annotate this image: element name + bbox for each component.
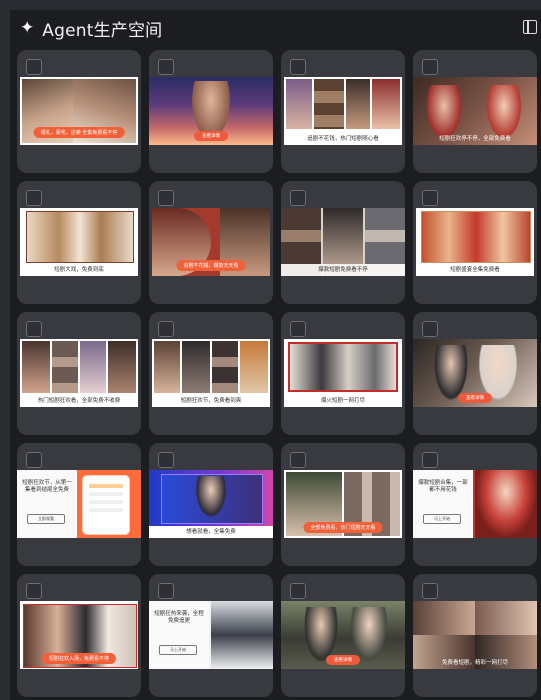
select-checkbox[interactable]: [26, 321, 42, 337]
creative-card[interactable]: 婚礼，豪宅，逆袭 全集免费看不停: [17, 50, 141, 173]
creative-card[interactable]: 免费看短剧，精彩一网打尽: [413, 574, 537, 697]
select-checkbox[interactable]: [26, 59, 42, 75]
creative-caption: 爆火短剧一网打尽: [284, 395, 402, 407]
ad-headline: 短剧狂欢节，从第一集看到结尾全免费: [22, 480, 72, 494]
cta-pill: 查看详情: [326, 655, 360, 665]
creative-card[interactable]: 爆火短剧一网打尽: [281, 312, 405, 435]
creative-caption: 短剧盛宴全集免费看: [416, 264, 534, 276]
select-checkbox[interactable]: [158, 59, 174, 75]
creative-thumbnail: 热门短剧狂欢看，全部免费不收费: [20, 339, 138, 407]
creative-card[interactable]: 查看详情: [413, 312, 537, 435]
creative-card[interactable]: 查看详情: [281, 574, 405, 697]
creative-card[interactable]: 追剧不花钱，热门短剧随心看: [281, 50, 405, 173]
creative-caption: 短剧狂欢节，免费看到爽: [152, 395, 270, 407]
select-checkbox[interactable]: [158, 321, 174, 337]
select-checkbox[interactable]: [26, 583, 42, 599]
select-checkbox[interactable]: [26, 452, 42, 468]
creative-card[interactable]: 爆款短剧免费看不停: [281, 181, 405, 304]
creative-card[interactable]: 短剧狂欢入场，免费看不停: [17, 574, 141, 697]
creative-thumbnail: 短剧盛宴全集免费看: [416, 208, 534, 276]
select-checkbox[interactable]: [422, 583, 438, 599]
sparkle-icon: ✦: [20, 17, 35, 38]
creative-thumbnail: 想看就看，全集免费: [149, 470, 273, 538]
ad-watch-button[interactable]: 立即观看: [27, 514, 65, 524]
panel-toggle-icon[interactable]: [523, 20, 537, 34]
creative-card[interactable]: 短剧大戏，免费到底: [17, 181, 141, 304]
creative-thumbnail: 爆款短剧免费看不停: [281, 208, 405, 276]
select-checkbox[interactable]: [26, 190, 42, 206]
creative-card[interactable]: 短剧狂欢节，从第一集看到结尾全免费 立即观看: [17, 443, 141, 566]
creative-card[interactable]: 查看详情: [149, 50, 273, 173]
select-checkbox[interactable]: [290, 321, 306, 337]
creative-thumbnail: 查看详情: [149, 77, 273, 145]
creative-thumbnail: 婚礼，豪宅，逆袭 全集免费看不停: [20, 77, 138, 145]
select-checkbox[interactable]: [422, 452, 438, 468]
select-checkbox[interactable]: [290, 583, 306, 599]
creative-thumbnail: 爆火短剧一网打尽: [284, 339, 402, 407]
cta-pill: 全部免费看，热门短剧天天看: [303, 522, 383, 533]
cta-pill: 追剧不花钱，爆款天天看: [176, 260, 246, 271]
select-checkbox[interactable]: [290, 452, 306, 468]
creative-card[interactable]: 热门短剧狂欢看，全部免费不收费: [17, 312, 141, 435]
creative-thumbnail: 短剧狂欢停不停，全部免费看: [413, 77, 537, 145]
cta-pill: 查看详情: [194, 131, 228, 141]
creative-card[interactable]: 想看就看，全集免费: [149, 443, 273, 566]
select-checkbox[interactable]: [422, 59, 438, 75]
ad-headline: 爆款短剧合集，一部都不用花钱: [418, 480, 468, 494]
select-checkbox[interactable]: [158, 583, 174, 599]
creative-card[interactable]: 爆款短剧合集，一部都不用花钱 马上开始: [413, 443, 537, 566]
creative-thumbnail: 短剧狂欢节，从第一集看到结尾全免费 立即观看: [17, 470, 141, 538]
page-title: Agent生产空间: [42, 20, 163, 41]
creative-thumbnail: 查看详情: [413, 339, 537, 407]
panel-header: ✦ Agent生产空间: [10, 10, 541, 46]
creative-caption: 短剧大戏，免费到底: [20, 264, 138, 276]
creative-caption: 热门短剧狂欢看，全部免费不收费: [20, 395, 138, 407]
select-checkbox[interactable]: [158, 190, 174, 206]
select-checkbox[interactable]: [422, 321, 438, 337]
creative-caption: 短剧狂欢停不停，全部免费看: [439, 136, 511, 142]
creative-thumbnail: 爆款短剧合集，一部都不用花钱 马上开始: [413, 470, 537, 538]
creative-thumbnail: 短剧狂热来袭，全程免费追更 马上开始: [149, 601, 273, 669]
window-top-edge: [0, 0, 541, 10]
creative-card[interactable]: 短剧狂欢停不停，全部免费看: [413, 50, 537, 173]
creative-thumbnail: 追剧不花钱，热门短剧随心看: [284, 77, 402, 145]
creative-thumbnail: 短剧大戏，免费到底: [20, 208, 138, 276]
creative-card[interactable]: 短剧狂热来袭，全程免费追更 马上开始: [149, 574, 273, 697]
select-checkbox[interactable]: [290, 59, 306, 75]
creative-card[interactable]: 全部免费看，热门短剧天天看: [281, 443, 405, 566]
creative-caption: 追剧不花钱，热门短剧随心看: [284, 133, 402, 145]
creative-card[interactable]: 追剧不花钱，爆款天天看: [149, 181, 273, 304]
creative-thumbnail: 短剧狂欢节，免费看到爽: [152, 339, 270, 407]
select-checkbox[interactable]: [290, 190, 306, 206]
ad-headline: 短剧狂热来袭，全程免费追更: [154, 611, 204, 625]
creative-card[interactable]: 短剧狂欢节，免费看到爽: [149, 312, 273, 435]
creative-caption: 爆款短剧免费看不停: [281, 264, 405, 276]
creative-caption: 想看就看，全集免费: [149, 526, 273, 538]
creative-card[interactable]: 短剧盛宴全集免费看: [413, 181, 537, 304]
creative-grid: 婚礼，豪宅，逆袭 全集免费看不停 查看详情 追剧不花钱，热门短剧随心看 短剧狂欢…: [17, 50, 537, 697]
cta-pill: 婚礼，豪宅，逆袭 全集免费看不停: [33, 127, 125, 138]
cta-pill: 短剧狂欢入场，免费看不停: [41, 653, 117, 664]
window-left-edge: [0, 0, 10, 700]
creative-thumbnail: 全部免费看，热门短剧天天看: [284, 470, 402, 538]
creative-thumbnail: 短剧狂欢入场，免费看不停: [20, 601, 138, 669]
ad-start-button[interactable]: 马上开始: [159, 645, 197, 655]
cta-pill: 查看详情: [458, 393, 492, 403]
select-checkbox[interactable]: [422, 190, 438, 206]
creative-thumbnail: 追剧不花钱，爆款天天看: [152, 208, 270, 276]
creative-thumbnail: 免费看短剧，精彩一网打尽: [413, 601, 537, 669]
select-checkbox[interactable]: [158, 452, 174, 468]
creative-thumbnail: 查看详情: [281, 601, 405, 669]
creative-caption: 免费看短剧，精彩一网打尽: [441, 660, 508, 666]
ad-start-button[interactable]: 马上开始: [423, 514, 461, 524]
